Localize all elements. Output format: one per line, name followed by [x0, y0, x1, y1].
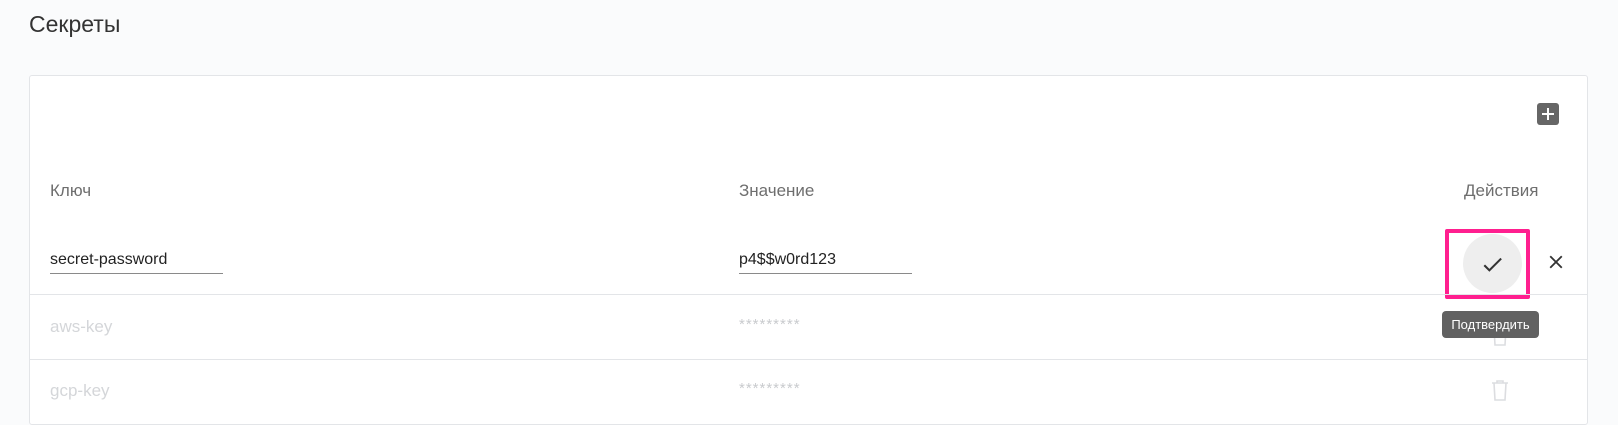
- secrets-card: Ключ Значение Действия aws-key *********…: [29, 75, 1588, 425]
- close-icon: [1549, 255, 1563, 269]
- trash-icon[interactable]: [1491, 379, 1509, 401]
- value-input[interactable]: [739, 246, 912, 274]
- check-icon: [1483, 257, 1502, 272]
- secret-value-cell: *********: [739, 380, 801, 397]
- secret-key-cell: gcp-key: [50, 381, 110, 400]
- confirm-tooltip: Подтвердить: [1442, 311, 1539, 338]
- column-header-value: Значение: [739, 181, 815, 200]
- column-header-key: Ключ: [50, 181, 92, 200]
- row-divider: [30, 359, 1587, 360]
- row-divider: [30, 294, 1587, 295]
- add-secret-button[interactable]: [1537, 103, 1559, 125]
- key-input[interactable]: [50, 246, 223, 274]
- secret-value-cell: *********: [739, 316, 801, 333]
- page-title: Секреты: [29, 11, 121, 37]
- cancel-button[interactable]: [1540, 246, 1570, 276]
- secret-key-cell: aws-key: [50, 317, 113, 336]
- column-header-actions: Действия: [1464, 181, 1539, 200]
- confirm-button[interactable]: [1463, 234, 1522, 293]
